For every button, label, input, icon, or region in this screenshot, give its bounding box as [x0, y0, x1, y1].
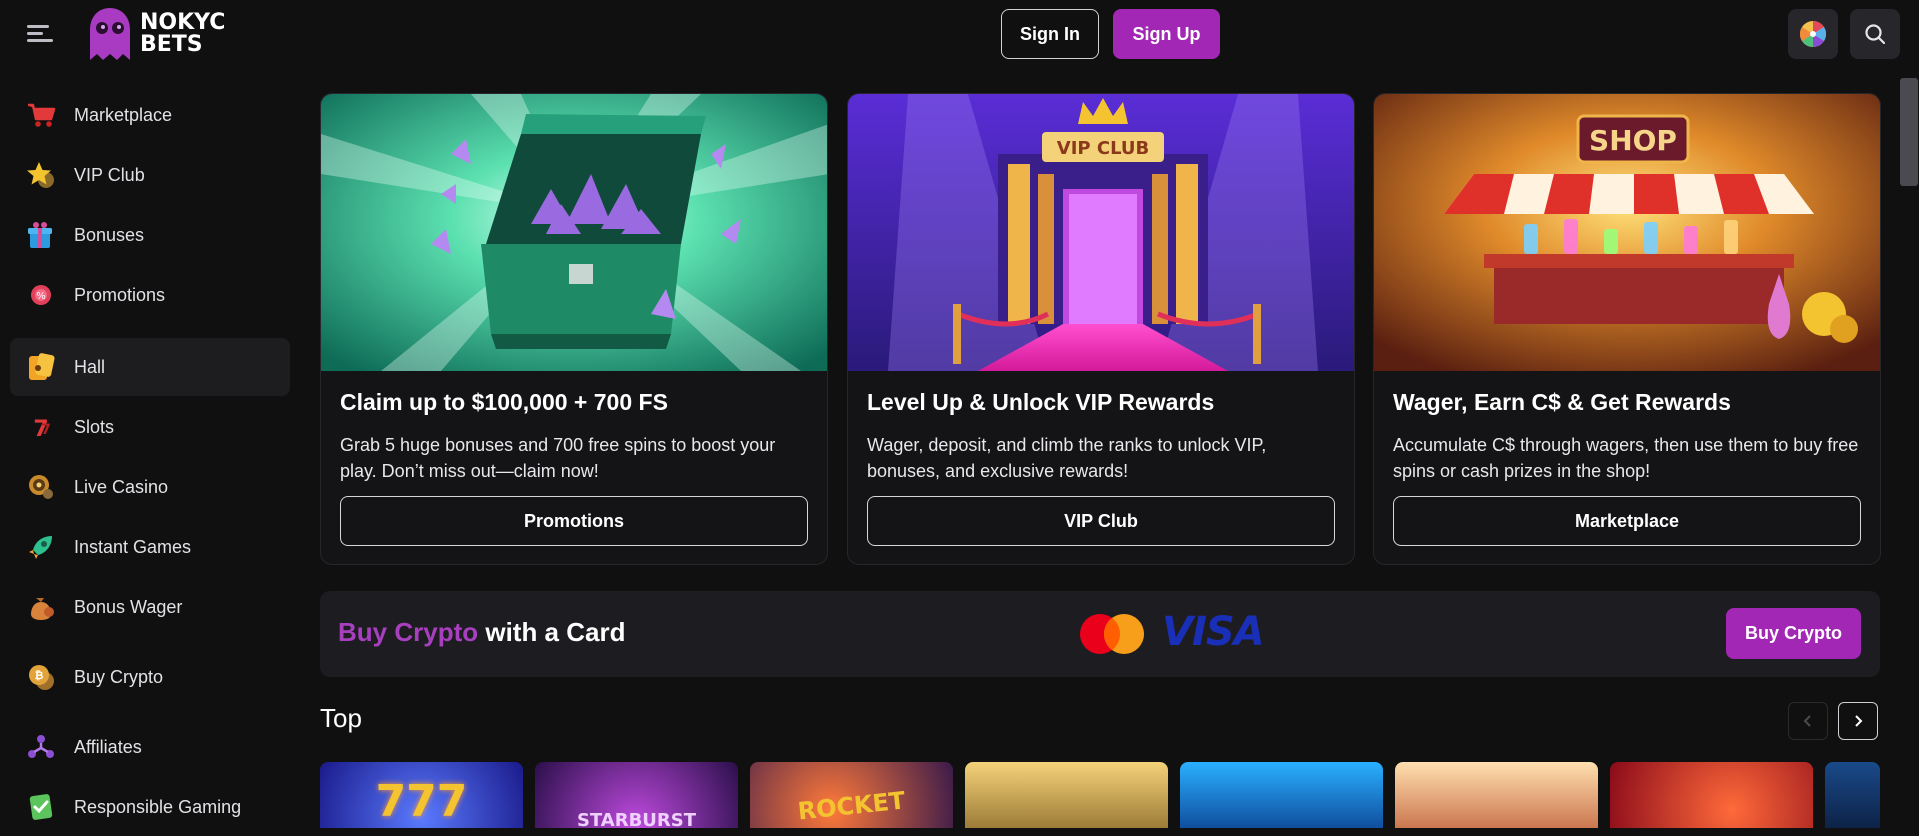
search-button[interactable] [1850, 9, 1900, 59]
sidebar-item-label: Buy Crypto [74, 666, 164, 687]
sidebar-item-label: Hall [74, 356, 106, 377]
menu-icon[interactable] [22, 20, 58, 48]
game-tile[interactable] [1395, 762, 1598, 828]
game-tile[interactable] [1180, 762, 1383, 828]
affiliates-icon [24, 730, 58, 764]
shield-check-icon [24, 790, 58, 824]
top-games-row: 777 STARBURST ROCKET [320, 762, 1880, 828]
promo-card-vip: VIP CLUB Level Up & Unlock VIP Rewards W… [847, 93, 1355, 565]
logo-line2: BETS [140, 32, 203, 57]
promo-card-shop: SHOP Wager, Earn C$ & Get Rewards Accumu… [1373, 93, 1881, 565]
shop-image: SHOP [1374, 94, 1880, 371]
banner-title-rest: with a Card [478, 617, 626, 647]
svg-text:₿: ₿ [35, 669, 44, 682]
buy-crypto-button[interactable]: Buy Crypto [1726, 608, 1861, 659]
promo-card-bonus: Claim up to $100,000 + 700 FS Grab 5 hug… [320, 93, 828, 565]
svg-text:7: 7 [41, 422, 51, 438]
sidebar-item-label: Slots [74, 416, 115, 437]
ghost-logo-icon [90, 8, 130, 60]
sidebar-item-slots[interactable]: 77 Slots [10, 398, 290, 456]
sidebar-item-buy-crypto[interactable]: ₿ Buy Crypto [10, 648, 290, 706]
sidebar-item-responsible-gaming[interactable]: Responsible Gaming [10, 778, 290, 836]
visa-logo: VISA [1162, 609, 1265, 655]
logo-line1: NOKYC [140, 10, 226, 35]
scrollbar-thumb[interactable] [1900, 78, 1918, 186]
vip-club-image: VIP CLUB [848, 94, 1354, 371]
sidebar-item-label: Instant Games [74, 536, 192, 557]
sidebar-item-bonuses[interactable]: Bonuses [10, 206, 290, 264]
sidebar-item-instant-games[interactable]: Instant Games [10, 518, 290, 576]
sidebar-item-vip-club[interactable]: VIP Club [10, 146, 290, 204]
game-tile[interactable] [965, 762, 1168, 828]
carousel-next-button[interactable] [1838, 702, 1878, 740]
hall-icon [24, 350, 58, 384]
treasure-chest-image [321, 94, 827, 371]
gift-icon [24, 218, 58, 252]
cart-icon [24, 98, 58, 132]
chevron-left-icon [1803, 715, 1811, 727]
buy-crypto-banner: Buy Crypto with a Card VISA Buy Crypto [320, 591, 1880, 677]
sidebar-item-label: Affiliates [74, 736, 142, 757]
logo[interactable]: NOKYC BETS [86, 6, 225, 62]
vip-club-button[interactable]: VIP Club [867, 496, 1335, 546]
game-tile[interactable]: 777 [320, 762, 523, 828]
logo-text: NOKYC BETS [140, 12, 225, 56]
promotions-button[interactable]: Promotions [340, 496, 808, 546]
mastercard-icon [1080, 614, 1144, 654]
top-section-title: Top [320, 703, 362, 733]
sidebar-item-hall[interactable]: Hall [10, 338, 290, 396]
game-title: 777 [375, 776, 468, 827]
promo-text: Wager, deposit, and climb the ranks to u… [867, 435, 1267, 481]
sidebar-item-promotions[interactable]: % Promotions [10, 266, 290, 324]
promo-text: Grab 5 huge bonuses and 700 free spins t… [340, 435, 776, 481]
game-title: STARBURST [576, 810, 697, 828]
game-tile[interactable] [1825, 762, 1880, 828]
slots-icon: 77 [24, 410, 58, 444]
top-bar: NOKYC BETS Sign In Sign Up [0, 0, 1919, 68]
shop-sign: SHOP [1589, 124, 1677, 157]
search-icon [1865, 24, 1886, 45]
vip-club-sign: VIP CLUB [1057, 138, 1149, 159]
roulette-icon [24, 470, 58, 504]
star-icon [24, 158, 58, 192]
sidebar-item-label: Marketplace [74, 104, 173, 125]
sidebar-item-label: Bonus Wager [74, 596, 183, 617]
chevron-right-icon [1855, 715, 1863, 727]
wheel-button[interactable] [1788, 9, 1838, 59]
marketplace-button[interactable]: Marketplace [1393, 496, 1861, 546]
sign-in-button[interactable]: Sign In [1001, 9, 1099, 59]
game-tile[interactable]: STARBURST [535, 762, 738, 828]
promo-icon: % [24, 278, 58, 312]
promo-title: Level Up & Unlock VIP Rewards [867, 389, 1215, 415]
promo-text: Accumulate C$ through wagers, then use t… [1393, 435, 1859, 481]
sidebar-item-label: Responsible Gaming [74, 796, 242, 817]
carousel-prev-button[interactable] [1788, 702, 1828, 740]
sidebar: Marketplace VIP Club Bonuses % Promotion… [0, 68, 300, 828]
sidebar-item-bonus-wager[interactable]: Bonus Wager [10, 578, 290, 636]
game-title: ROCKET [796, 786, 907, 826]
rocket-icon [24, 530, 58, 564]
game-tile[interactable]: ROCKET [750, 762, 953, 828]
svg-text:%: % [36, 291, 46, 302]
sidebar-item-affiliates[interactable]: Affiliates [10, 718, 290, 776]
sidebar-item-label: VIP Club [74, 164, 145, 185]
sidebar-item-label: Bonuses [74, 224, 145, 245]
sidebar-item-label: Promotions [74, 284, 166, 305]
coin-icon: ₿ [24, 660, 58, 694]
promo-title: Claim up to $100,000 + 700 FS [340, 389, 668, 415]
page-scrollbar[interactable] [1896, 76, 1918, 828]
money-bag-icon [24, 590, 58, 624]
wheel-icon [1799, 20, 1827, 48]
game-tile[interactable] [1610, 762, 1813, 828]
sidebar-item-marketplace[interactable]: Marketplace [10, 86, 290, 144]
banner-title: Buy Crypto with a Card [338, 617, 625, 648]
promo-title: Wager, Earn C$ & Get Rewards [1393, 389, 1731, 415]
sidebar-item-live-casino[interactable]: Live Casino [10, 458, 290, 516]
banner-title-accent: Buy Crypto [338, 617, 479, 647]
sign-up-button[interactable]: Sign Up [1113, 9, 1220, 59]
sidebar-item-label: Live Casino [74, 476, 169, 497]
